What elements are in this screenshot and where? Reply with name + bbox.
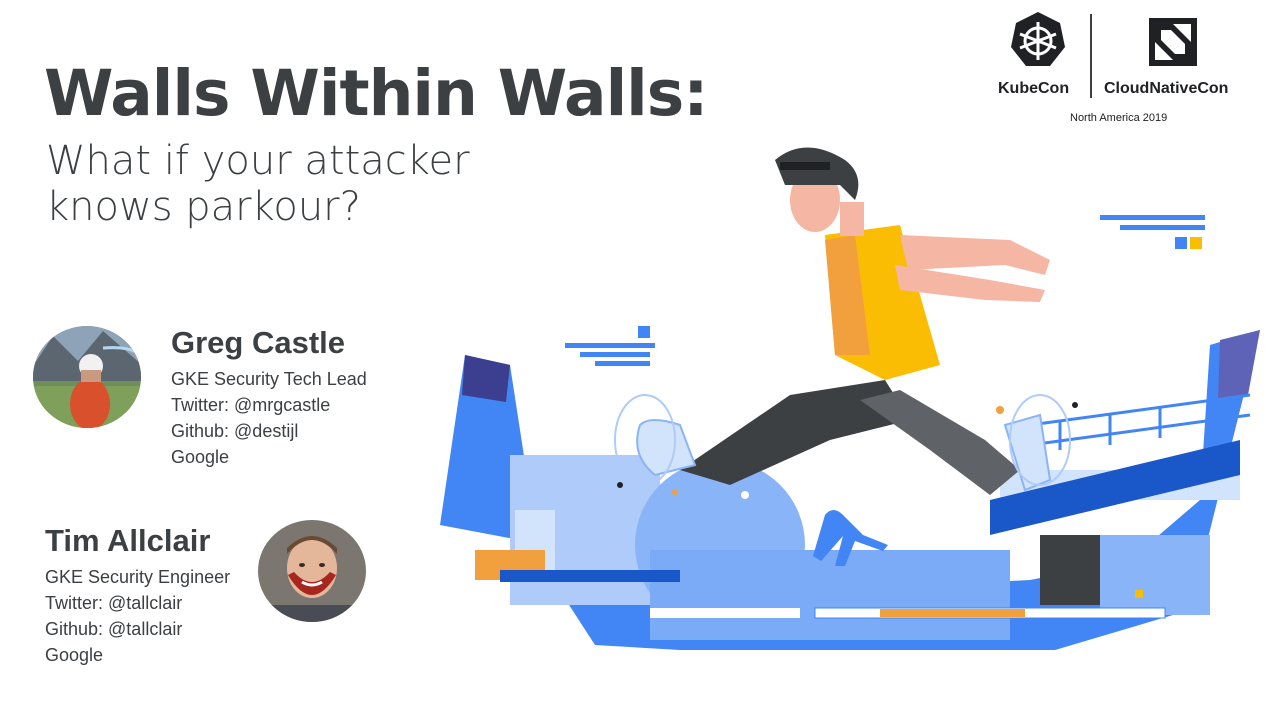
speaker-role: GKE Security Tech Lead	[171, 369, 367, 389]
decorative-square	[1190, 237, 1202, 249]
speaker-name: Tim Allclair	[45, 523, 211, 558]
speaker-role: GKE Security Engineer	[45, 567, 231, 587]
speaker-company: Google	[171, 447, 230, 467]
building-shape	[1040, 535, 1100, 605]
avatar-photo-tim	[258, 520, 366, 622]
decorative-dot	[1072, 402, 1078, 408]
avatar-photo-greg	[33, 326, 141, 428]
runner-figure	[636, 147, 1052, 495]
decorative-square	[1135, 590, 1143, 598]
speaker-github: Github: @tallclair	[45, 619, 183, 639]
logo-divider	[1090, 14, 1092, 98]
decorative-dot	[741, 491, 749, 499]
speaker-twitter: Twitter: @mrgcastle	[171, 395, 331, 415]
ledge-shape	[500, 570, 680, 582]
kubernetes-helm-icon	[1011, 12, 1065, 66]
rooftop-shape	[462, 355, 510, 402]
event-logo: KubeCon CloudNativeCon North America 201…	[996, 10, 1251, 130]
parkour-runner-illustration	[440, 147, 1260, 650]
kubecon-label: KubeCon	[998, 80, 1070, 97]
cloudnativecon-label: CloudNativeCon	[1104, 80, 1229, 97]
speaker-name: Greg Castle	[171, 325, 346, 360]
speaker-details: GKE Security Tech Lead Twitter: @mrgcast…	[171, 366, 367, 470]
decorative-dot	[672, 489, 678, 495]
progress-bar-fill	[880, 609, 1025, 617]
building-shape	[1100, 535, 1210, 615]
speaker-details: GKE Security Engineer Twitter: @tallclai…	[45, 564, 230, 668]
slide-subtitle: What if your attacker knows parkour?	[46, 138, 470, 230]
slide-title: Walls Within Walls:	[44, 57, 708, 130]
decorative-dot	[617, 482, 623, 488]
speaker-github: Github: @destijl	[171, 421, 299, 441]
speaker-company: Google	[45, 645, 104, 665]
railing-shape	[650, 608, 800, 618]
cncf-icon	[1149, 18, 1197, 66]
speaker-twitter: Twitter: @tallclair	[45, 593, 183, 613]
decorative-dot	[996, 406, 1004, 414]
event-edition-label: North America 2019	[1070, 112, 1168, 124]
speaker-avatar-tim	[258, 520, 366, 622]
rooftop-shape	[1218, 330, 1260, 400]
building-shape	[650, 550, 1010, 640]
speaker-avatar-greg	[33, 326, 141, 428]
